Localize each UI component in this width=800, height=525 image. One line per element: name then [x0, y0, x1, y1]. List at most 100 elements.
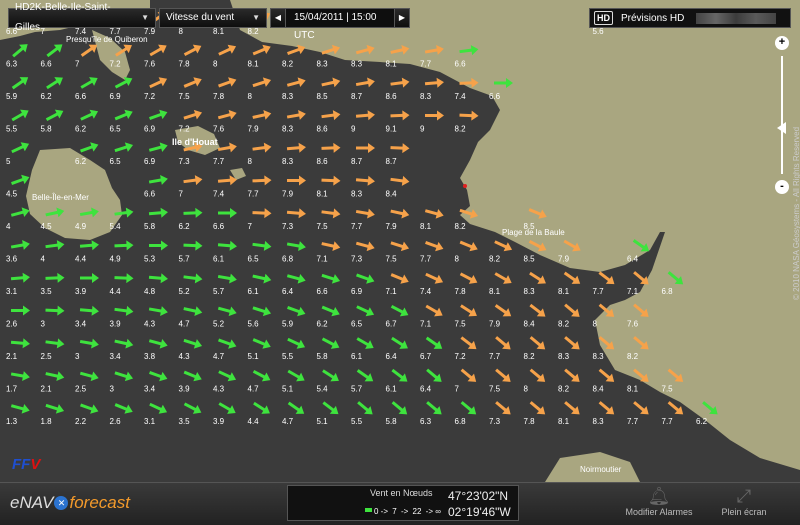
chevron-right-icon: ▶	[398, 13, 406, 22]
wind-speed-label: 6.9	[144, 157, 156, 166]
prev-time-button[interactable]: ◀	[270, 8, 286, 28]
wind-speed-label: 8	[593, 320, 598, 329]
place-belle-ile: Belle-Île-en-Mer	[32, 193, 89, 202]
wind-speed-label: 6.2	[75, 125, 87, 134]
fullscreen-icon: ⤢	[736, 486, 752, 506]
wind-speed-label: 4	[41, 255, 46, 264]
wind-speed-label: 8	[248, 92, 253, 101]
wind-speed-label: 9	[351, 125, 356, 134]
wind-speed-label: 8.1	[213, 27, 225, 36]
wind-speed-label: 5.8	[41, 125, 53, 134]
wind-speed-label: 8.2	[627, 352, 639, 361]
fullscreen-label: Plein écran	[721, 507, 767, 517]
wind-speed-label: 4.7	[248, 385, 260, 394]
fullscreen-button[interactable]: ⤢ Plein écran	[714, 485, 774, 517]
wind-speed-label: 8.2	[282, 60, 294, 69]
wind-speed-label: 6.9	[110, 92, 122, 101]
wind-speed-label: 2.1	[6, 352, 18, 361]
toolbar: HD2K-Belle-Ile-Saint-Gilles ▼ Vitesse du…	[8, 2, 410, 41]
wind-speed-label: 7.4	[213, 190, 225, 199]
wind-speed-label: 7.3	[282, 222, 294, 231]
wind-speed-label: 8	[524, 385, 529, 394]
layer-select[interactable]: Vitesse du vent ▼	[159, 8, 267, 28]
wind-speed-label: 8	[455, 255, 460, 264]
wind-speed-label: 7.7	[489, 352, 501, 361]
next-time-button[interactable]: ▶	[394, 8, 410, 28]
cursor-coordinates: 47°23'02"N 02°19'46"W	[448, 488, 511, 520]
wind-speed-label: 7.7	[420, 255, 432, 264]
hd-forecast-toggle[interactable]: HD Prévisions HD	[589, 8, 791, 28]
wind-speed-label: 7.2	[179, 125, 191, 134]
wind-speed-label: 7.5	[386, 255, 398, 264]
wind-speed-label: 8.6	[386, 92, 398, 101]
wind-speed-label: 6.4	[282, 287, 294, 296]
wind-speed-label: 6.2	[317, 320, 329, 329]
wind-speed-label: 8.6	[317, 157, 329, 166]
wind-speed-label: 3	[75, 352, 80, 361]
wind-speed-label: 7.7	[593, 287, 605, 296]
wind-speed-label: 3.4	[75, 320, 87, 329]
wind-speed-label: 7	[75, 60, 80, 69]
map-credit: © 2010 NASA Géosystems - All Rights Rese…	[792, 126, 800, 300]
wind-speed-label: 6.6	[41, 60, 53, 69]
zone-select[interactable]: HD2K-Belle-Ile-Saint-Gilles ▼	[8, 2, 156, 33]
wind-speed-label: 5.6	[593, 27, 605, 36]
wind-speed-label: 5.2	[213, 320, 225, 329]
wind-map[interactable]: 6.6 7 7.4 7.7 7.9 8 8.1 8.2 5.6 6.3 6.6 7 7.2 7.6 7.8 8…	[0, 0, 800, 482]
wind-speed-label: 8.3	[593, 417, 605, 426]
wind-speed-label: 8.2	[558, 385, 570, 394]
wind-speed-label: 2.2	[75, 417, 87, 426]
wind-speed-label: 6.1	[213, 255, 225, 264]
zoom-track[interactable]	[781, 56, 783, 174]
wind-speed-label: 6.8	[662, 287, 674, 296]
wind-speed-label: 6.6	[144, 190, 156, 199]
wind-speed-label: 5.1	[282, 385, 294, 394]
scale-1: 7	[392, 507, 397, 516]
layer-select-label: Vitesse du vent	[166, 12, 235, 23]
wind-speed-label: 3.9	[75, 287, 87, 296]
wind-speed-label: 5.8	[386, 417, 398, 426]
wind-speed-label: 7.8	[179, 60, 191, 69]
wind-speed-label: 2.5	[41, 352, 53, 361]
wind-speed-label: 6.8	[282, 255, 294, 264]
wind-speed-label: 4.4	[75, 255, 87, 264]
wind-legend: Vent en Nœuds 0 -> 7 -> 22 -> ∞ 47°23'02…	[287, 485, 519, 521]
wind-speed-label: 6.4	[386, 352, 398, 361]
wind-speed-label: 6.5	[110, 157, 122, 166]
wind-speed-label: 8.5	[317, 92, 329, 101]
wind-speed-label: 5.9	[6, 92, 18, 101]
wind-speed-label: 8.6	[317, 125, 329, 134]
wind-speed-label: 8.2	[489, 255, 501, 264]
hd-blurred-value	[696, 12, 777, 24]
zoom-handle[interactable]	[777, 122, 786, 134]
wind-speed-label: 2.6	[6, 320, 18, 329]
wind-speed-label: 8.1	[558, 287, 570, 296]
wind-speed-label: 8.3	[351, 60, 363, 69]
bottom-bar: eNAV ✕ forecast Vent en Nœuds 0 -> 7 -> 22…	[0, 482, 800, 525]
chevron-down-icon: ▼	[252, 13, 260, 22]
wind-speed-label: 3.5	[41, 287, 53, 296]
wind-speed-label: 5.1	[317, 417, 329, 426]
wind-speed-label: 7.5	[489, 385, 501, 394]
wind-speed-label: 4.8	[144, 287, 156, 296]
wind-speed-label: 7	[248, 222, 253, 231]
ffv-logo-accent: V	[30, 456, 41, 473]
wind-speed-label: 8.7	[351, 92, 363, 101]
zoom-control: + -	[775, 36, 789, 196]
wind-speed-label: 7.5	[662, 385, 674, 394]
wind-speed-label: 7	[455, 385, 460, 394]
wind-speed-label: 4.4	[110, 287, 122, 296]
wind-speed-label: 5	[6, 157, 11, 166]
wind-speed-label: 2.1	[41, 385, 53, 394]
wind-speed-label: 5.8	[317, 352, 329, 361]
logo-prefix: eNAV	[10, 493, 54, 512]
zoom-in-button[interactable]: +	[775, 36, 789, 50]
wind-speed-label: 6.2	[696, 417, 708, 426]
wind-speed-label: 7.8	[524, 417, 536, 426]
wind-speed-label: 4.9	[75, 222, 87, 231]
wind-speed-label: 6.6	[317, 287, 329, 296]
wind-speed-label: 3.9	[213, 417, 225, 426]
zoom-out-button[interactable]: -	[775, 180, 789, 194]
wind-speed-label: 7.8	[455, 287, 467, 296]
modify-alarms-button[interactable]: 🔔︎ Modifier Alarmes	[622, 485, 696, 517]
